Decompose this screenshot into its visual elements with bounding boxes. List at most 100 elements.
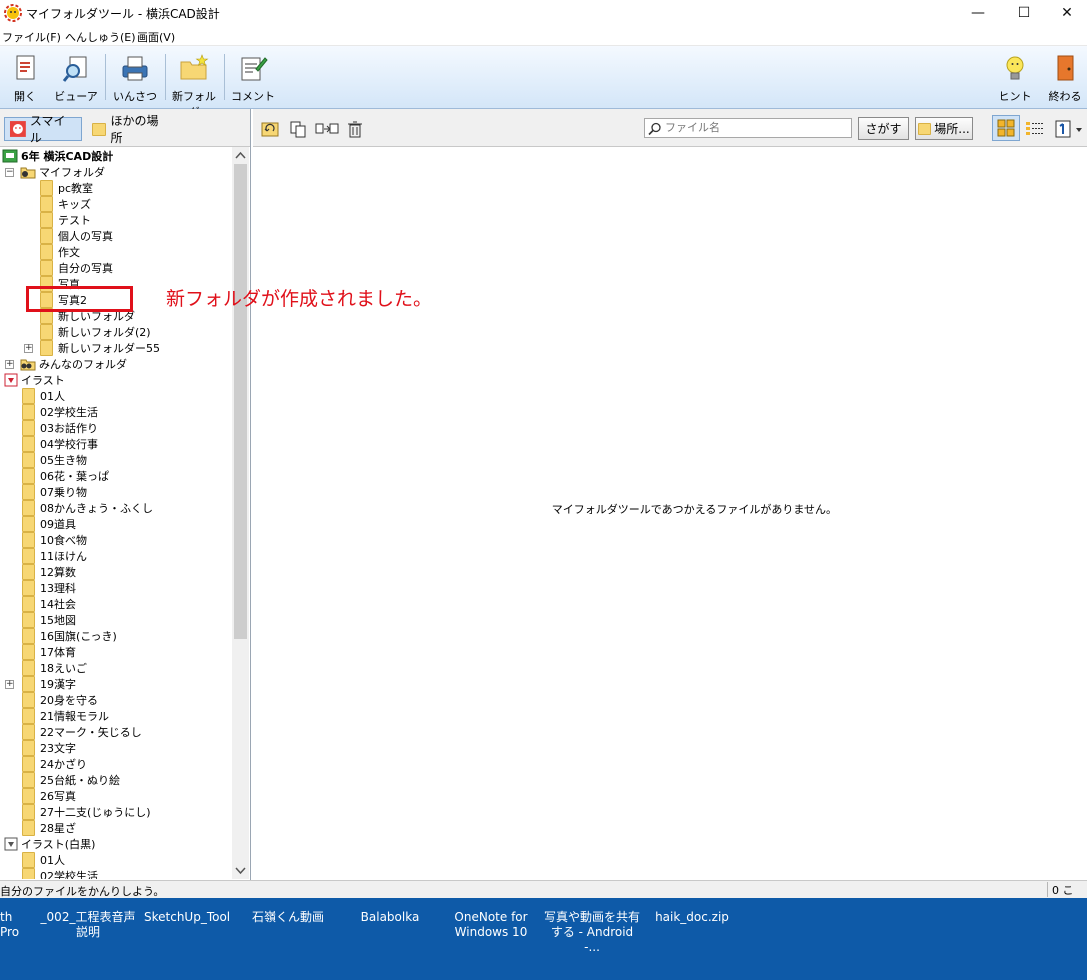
tree-item[interactable]: 19漢字	[22, 676, 76, 692]
view-thumbnail-toggle[interactable]	[992, 115, 1020, 141]
tree-item[interactable]: 23文字	[22, 740, 76, 756]
desktop-item[interactable]: th Pro	[0, 910, 32, 940]
expand-toggle[interactable]: +	[5, 360, 14, 369]
tree-item[interactable]: 26写真	[22, 788, 76, 804]
minimize-button[interactable]: —	[955, 0, 1001, 26]
desktop-item[interactable]: haik_doc.zip	[652, 910, 732, 925]
tree-item[interactable]: 05生き物	[22, 452, 87, 468]
tab-smile[interactable]: スマイル	[4, 114, 82, 145]
desktop-item[interactable]: 石嶺くん動画	[248, 910, 328, 925]
search-button[interactable]: さがす	[858, 117, 909, 140]
folder-icon	[22, 404, 35, 420]
tree-item[interactable]: 18えいご	[22, 660, 87, 676]
print-label: いんさつ	[113, 90, 157, 103]
tree-item[interactable]: 15地図	[22, 612, 76, 628]
close-button[interactable]: ✕	[1047, 0, 1087, 26]
lightbulb-icon	[1006, 56, 1024, 80]
folder-icon	[40, 180, 53, 196]
tree-item-label: 18えいご	[40, 662, 87, 675]
scroll-down-icon[interactable]	[232, 862, 249, 879]
exit-button[interactable]: 終わる	[1045, 50, 1085, 104]
tree-item[interactable]: 28星ざ	[22, 820, 76, 836]
scroll-up-icon[interactable]	[232, 147, 249, 164]
tree-item[interactable]: 14社会	[22, 596, 76, 612]
tree-item-label: 03お話作り	[40, 422, 98, 435]
tree-item-my-folder[interactable]: マイフォルダ	[20, 164, 105, 180]
tree-item[interactable]: 09道具	[22, 516, 76, 532]
expand-toggle[interactable]: +	[5, 680, 14, 689]
tree-root[interactable]: 6年 横浜CAD設計	[2, 148, 113, 164]
tree-item[interactable]: 24かざり	[22, 756, 87, 772]
menu-file[interactable]: ファイル(F)	[2, 29, 61, 45]
tree-item-label: 06花・葉っぱ	[40, 470, 109, 483]
tree-item-label: 19漢字	[40, 678, 76, 691]
tree-item[interactable]: 20身を守る	[22, 692, 98, 708]
tree-item[interactable]: キッズ	[40, 196, 91, 212]
desktop-item[interactable]: SketchUp_Tool	[144, 910, 230, 925]
menu-view[interactable]: 画面(V)	[137, 29, 175, 45]
print-button[interactable]: いんさつ	[111, 50, 159, 104]
tab-other-location[interactable]: ほかの場所	[88, 114, 172, 145]
tree-item[interactable]: テスト	[40, 212, 91, 228]
move-icon[interactable]	[315, 120, 339, 138]
tree-item[interactable]: 17体育	[22, 644, 76, 660]
tree-root-label: 6年 横浜CAD設計	[21, 150, 114, 163]
tree-item[interactable]: 01人	[22, 852, 65, 868]
tree-item[interactable]: pc教室	[40, 180, 93, 196]
tree-item[interactable]: 21情報モラル	[22, 708, 109, 724]
tree-item[interactable]: 新しいフォルダ(2)	[40, 324, 151, 340]
new-folder-button[interactable]: 新フォルダ	[170, 50, 218, 119]
desktop-item[interactable]: 写真や動画を共有する - Android -...	[543, 910, 641, 955]
tree-item[interactable]: 作文	[40, 244, 80, 260]
tree-item[interactable]: 10食べ物	[22, 532, 87, 548]
tree-item[interactable]: 自分の写真	[40, 260, 113, 276]
tree-item[interactable]: 06花・葉っぱ	[22, 468, 109, 484]
tree-item[interactable]: 08かんきょう・ふくし	[22, 500, 153, 516]
up-folder-icon[interactable]	[261, 120, 279, 138]
tree-item[interactable]: 02学校生活	[22, 868, 98, 879]
tree-item-illust[interactable]: イラスト	[4, 372, 65, 388]
open-button[interactable]: 開く	[6, 50, 44, 104]
maximize-button[interactable]: ☐	[1001, 0, 1047, 26]
tree-item-everyone-folder[interactable]: みんなのフォルダ	[20, 356, 127, 372]
tree-item[interactable]: 25台紙・ぬり絵	[22, 772, 120, 788]
file-list-pane: ファイル名 さがす 場所... マイフォルダツールであつかえるファイルがありませ…	[253, 109, 1087, 880]
viewer-button[interactable]: ビューア	[53, 50, 99, 104]
copy-icon[interactable]	[289, 120, 307, 138]
folder-icon	[22, 564, 35, 580]
desktop-item[interactable]: _002_工程表音声説明	[40, 910, 136, 940]
trash-icon[interactable]	[346, 120, 364, 138]
hint-button[interactable]: ヒント	[995, 50, 1035, 104]
tree-item[interactable]: 02学校生活	[22, 404, 98, 420]
search-input[interactable]: ファイル名	[644, 118, 852, 138]
tree-item[interactable]: 個人の写真	[40, 228, 113, 244]
sort-order-icon[interactable]	[1055, 120, 1083, 138]
tree-item[interactable]: 03お話作り	[22, 420, 98, 436]
list-view-icon[interactable]	[1025, 120, 1045, 138]
collapse-toggle[interactable]: −	[5, 168, 14, 177]
folder-icon	[22, 580, 35, 596]
tree-item[interactable]: 07乗り物	[22, 484, 87, 500]
scrollbar-thumb[interactable]	[234, 164, 247, 639]
tree-item-illust-bw[interactable]: イラスト(白黒)	[4, 836, 95, 852]
menu-edit[interactable]: へんしゅう(E)	[65, 29, 136, 45]
expand-toggle[interactable]: +	[24, 344, 33, 353]
desktop-item[interactable]: Balabolka	[356, 910, 424, 925]
tree-item[interactable]: 12算数	[22, 564, 76, 580]
tree-scrollbar[interactable]	[232, 147, 249, 879]
tree-item[interactable]: 01人	[22, 388, 65, 404]
place-button[interactable]: 場所...	[915, 117, 973, 140]
tree-item[interactable]: 新しいフォルダー55	[40, 340, 160, 356]
desktop-item[interactable]: OneNote for Windows 10	[448, 910, 534, 940]
tree-item-label: キッズ	[58, 198, 91, 211]
tree-item[interactable]: 22マーク・矢じるし	[22, 724, 142, 740]
status-bar: 自分のファイルをかんりしよう。 0 こ	[0, 880, 1087, 898]
comment-button[interactable]: コメント	[230, 50, 276, 104]
illust-book-icon	[4, 373, 18, 387]
tree-item[interactable]: 16国旗(こっき)	[22, 628, 117, 644]
tree-item[interactable]: 27十二支(じゅうにし)	[22, 804, 151, 820]
tree-item[interactable]: 11ほけん	[22, 548, 87, 564]
tree-item[interactable]: 04学校行事	[22, 436, 98, 452]
tree-item[interactable]: 13理科	[22, 580, 76, 596]
tree-item-label: 01人	[40, 854, 65, 867]
